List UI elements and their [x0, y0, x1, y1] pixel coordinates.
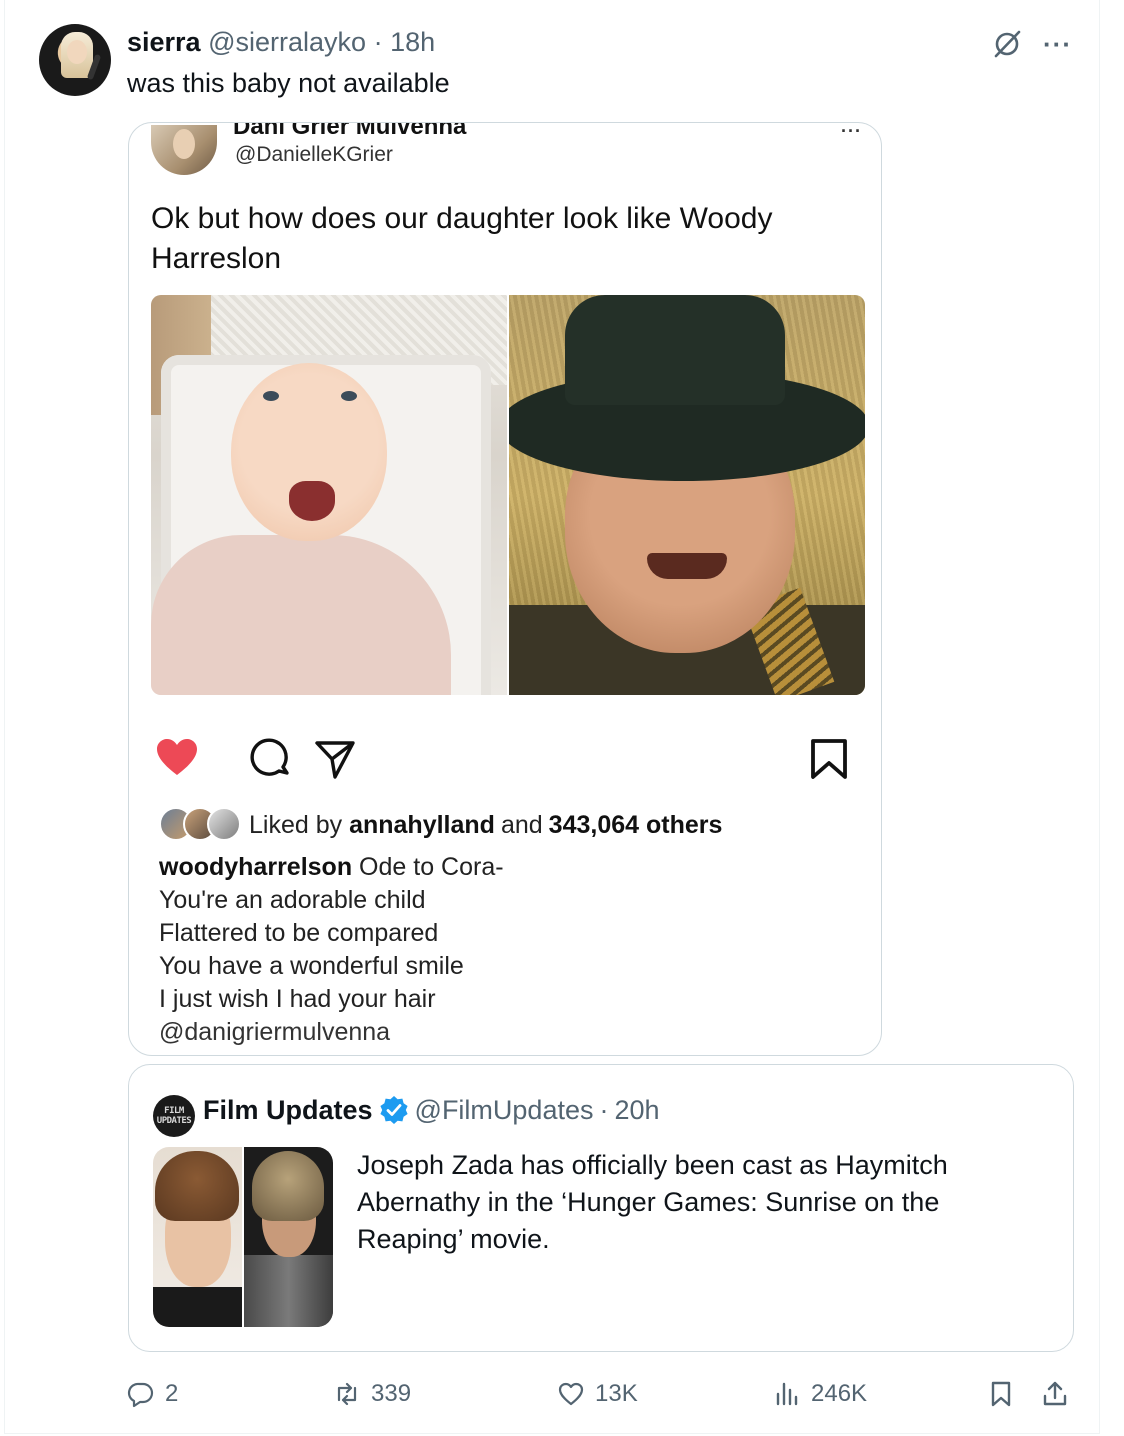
grok-icon[interactable] [991, 28, 1023, 60]
like-button[interactable]: 13K [557, 1374, 638, 1414]
share-tweet-icon [1043, 1381, 1067, 1406]
retweet-count: 339 [371, 1380, 412, 1407]
tweet-card[interactable]: sierra @sierralayko · 18h ··· was this b… [4, 0, 1100, 1434]
embedded-author-name: Dani Grier Mulvenna [233, 122, 467, 140]
tweet-timestamp[interactable]: 18h [390, 27, 435, 57]
comment-mention: @danigriermulvenna [159, 1018, 391, 1046]
quoted-tweet[interactable]: FILM UPDATES Film Updates @FilmUpdates ·… [128, 1064, 1074, 1352]
author-avatar[interactable] [39, 24, 111, 96]
comparison-photos [151, 295, 865, 695]
liked-user: annahylland [349, 810, 495, 839]
embedded-author-handle: @DanielleKGrier [235, 143, 393, 166]
embedded-caption: Ok but how does our daughter look like W… [151, 202, 773, 275]
liked-count: 343,064 others [548, 810, 723, 839]
liked-prefix: Liked by [249, 810, 343, 839]
embedded-action-bar [151, 733, 851, 779]
tweet-top-icons: ··· [991, 28, 1072, 60]
header-separator: · [373, 27, 383, 57]
retweet-icon [337, 1382, 357, 1406]
comment-first-line: woodyharrelson Ode to Cora- [159, 851, 504, 884]
quoted-author-handle[interactable]: @FilmUpdates [415, 1093, 594, 1127]
joseph-zada-photo [153, 1147, 242, 1327]
liked-by-row: Liked by annahylland and 343,064 others [159, 805, 722, 845]
haymitch-photo [244, 1147, 333, 1327]
liker-avatars [159, 807, 243, 843]
baby-photo [151, 295, 507, 695]
comment-line: I just wish I had your hair [159, 985, 436, 1013]
reply-count: 2 [165, 1380, 179, 1407]
reply-button[interactable]: 2 [127, 1374, 178, 1414]
quoted-timestamp[interactable]: 20h [615, 1093, 660, 1127]
embedded-more-icon: ··· [841, 122, 862, 141]
quoted-author-avatar[interactable]: FILM UPDATES [153, 1095, 195, 1137]
comment-user: woodyharrelson [159, 853, 353, 881]
views-count: 246K [811, 1380, 868, 1407]
tweet-action-bar: 2 339 13K 246K [127, 1374, 1077, 1414]
comment-icon [250, 738, 289, 776]
views-icon [776, 1382, 798, 1406]
author-handle[interactable]: @sierralayko [208, 27, 366, 57]
comment-title: Ode to Cora- [359, 853, 504, 881]
reply-icon [127, 1382, 154, 1408]
views-button[interactable]: 246K [773, 1374, 867, 1414]
quoted-separator: · [599, 1095, 609, 1125]
embedded-author-avatar [151, 125, 217, 175]
comment-line: Flattered to be compared [159, 919, 439, 947]
comment-line: You have a wonderful smile [159, 952, 464, 980]
like-count: 13K [595, 1380, 638, 1407]
quoted-tweet-header: Film Updates @FilmUpdates · 20h [203, 1093, 660, 1127]
tweet-header: sierra @sierralayko · 18h [127, 26, 435, 58]
share-icon [315, 741, 355, 779]
woody-harrelson-photo [509, 295, 865, 695]
retweet-button[interactable]: 339 [333, 1374, 411, 1414]
quoted-author-name[interactable]: Film Updates [203, 1093, 373, 1127]
save-icon [811, 739, 847, 779]
avatar-face [67, 40, 87, 64]
like-icon [558, 1382, 584, 1406]
bookmark-icon [991, 1381, 1011, 1407]
quoted-tweet-text: Joseph Zada has officially been cast as … [357, 1150, 948, 1254]
tweet-text: was this baby not available [127, 68, 450, 98]
more-options-icon[interactable]: ··· [1043, 31, 1072, 57]
verified-badge-icon [379, 1096, 408, 1124]
liked-and: and [500, 810, 543, 839]
attached-image[interactable]: Dani Grier Mulvenna @DanielleKGrier ··· … [128, 122, 882, 1056]
bookmark-button[interactable] [987, 1374, 1015, 1414]
share-button[interactable] [1041, 1374, 1069, 1414]
quoted-tweet-image[interactable] [153, 1147, 333, 1327]
woody-comment: woodyharrelson Ode to Cora- You're an ad… [159, 851, 504, 1049]
author-name[interactable]: sierra [127, 27, 201, 57]
heart-icon [157, 739, 197, 775]
comment-line: You're an adorable child [159, 886, 426, 914]
